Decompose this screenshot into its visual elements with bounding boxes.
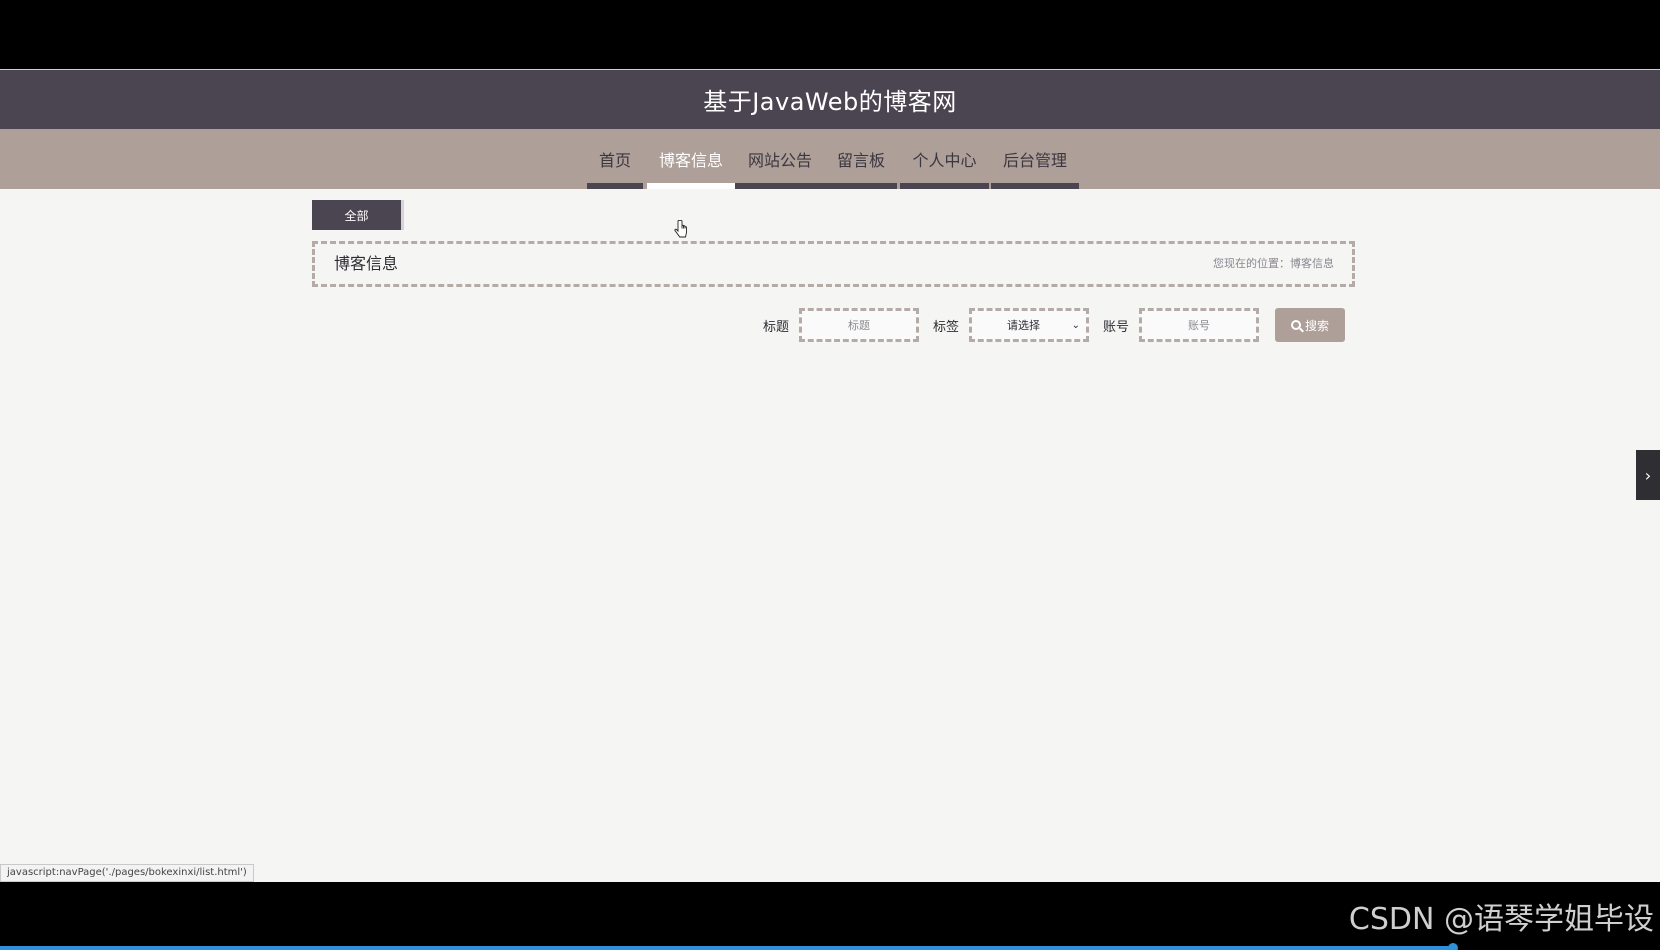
nav-label-personal-center: 个人中心 — [912, 151, 977, 170]
status-bar-link: javascript:navPage('./pages/bokexinxi/li… — [0, 864, 254, 882]
nav-label-announcements: 网站公告 — [747, 151, 812, 170]
account-label: 账号 — [1102, 319, 1129, 335]
video-progress-bar[interactable] — [0, 946, 1453, 950]
main-navigation: 首页 博客信息 网站公告 留言板 个人中心 后台管理 — [0, 129, 1660, 189]
nav-item-message-board[interactable]: 留言板 — [825, 129, 897, 189]
nav-label-admin: 后台管理 — [1002, 151, 1067, 170]
nav-item-home[interactable]: 首页 — [587, 129, 643, 189]
title-label: 标题 — [762, 319, 789, 335]
video-progress-knob[interactable] — [1447, 943, 1458, 950]
breadcrumb: 您现在的位置：博客信息 — [1213, 257, 1334, 270]
web-page: 基于JavaWeb的博客网 首页 博客信息 网站公告 留言板 个人中心 后台管理 — [0, 69, 1660, 882]
site-header: 基于JavaWeb的博客网 — [0, 70, 1660, 129]
nav-item-blog-info[interactable]: 博客信息 — [647, 129, 735, 189]
nav-underline-admin — [991, 183, 1079, 189]
nav-underline-blog-info — [647, 183, 735, 189]
account-input[interactable]: 账号 — [1139, 308, 1259, 342]
chevron-right-icon: › — [1644, 465, 1652, 485]
nav-label-home: 首页 — [598, 151, 631, 170]
hand-cursor-icon — [674, 220, 687, 238]
nav-item-personal-center[interactable]: 个人中心 — [900, 129, 989, 189]
tag-select[interactable]: 请选择 ⌄ — [968, 308, 1089, 342]
screen: 基于JavaWeb的博客网 首页 博客信息 网站公告 留言板 个人中心 后台管理 — [0, 0, 1660, 950]
watermark: CSDN @语琴学姐毕设 — [1348, 902, 1654, 937]
site-title: 基于JavaWeb的博客网 — [703, 88, 957, 116]
tab-all[interactable]: 全部 — [312, 200, 404, 230]
title-input[interactable]: 标题 — [798, 308, 919, 342]
title-input-placeholder: 标题 — [847, 319, 870, 332]
nav-underline-home — [587, 183, 643, 189]
nav-item-admin[interactable]: 后台管理 — [991, 129, 1079, 189]
nav-underline-personal-center — [900, 183, 989, 189]
section-title: 博客信息 — [334, 254, 399, 273]
nav-label-message-board: 留言板 — [836, 151, 885, 170]
search-form: 标题 标题 标签 请选择 ⌄ 账号 账号 搜索 — [763, 308, 1345, 342]
section-header: 博客信息 您现在的位置：博客信息 — [312, 241, 1355, 287]
nav-item-announcements[interactable]: 网站公告 — [735, 129, 825, 189]
nav-label-blog-info: 博客信息 — [658, 151, 723, 170]
account-input-placeholder: 账号 — [1188, 319, 1210, 332]
search-button-label: 搜索 — [1304, 318, 1329, 333]
search-icon — [1290, 320, 1301, 330]
tag-select-value: 请选择 — [1006, 319, 1040, 332]
tag-label: 标签 — [932, 319, 959, 335]
search-button[interactable]: 搜索 — [1275, 308, 1345, 342]
tab-all-label: 全部 — [344, 208, 369, 223]
nav-underline-announcements — [735, 183, 897, 189]
chevron-down-icon: ⌄ — [1071, 319, 1080, 331]
side-panel-toggle[interactable]: › — [1636, 450, 1660, 500]
